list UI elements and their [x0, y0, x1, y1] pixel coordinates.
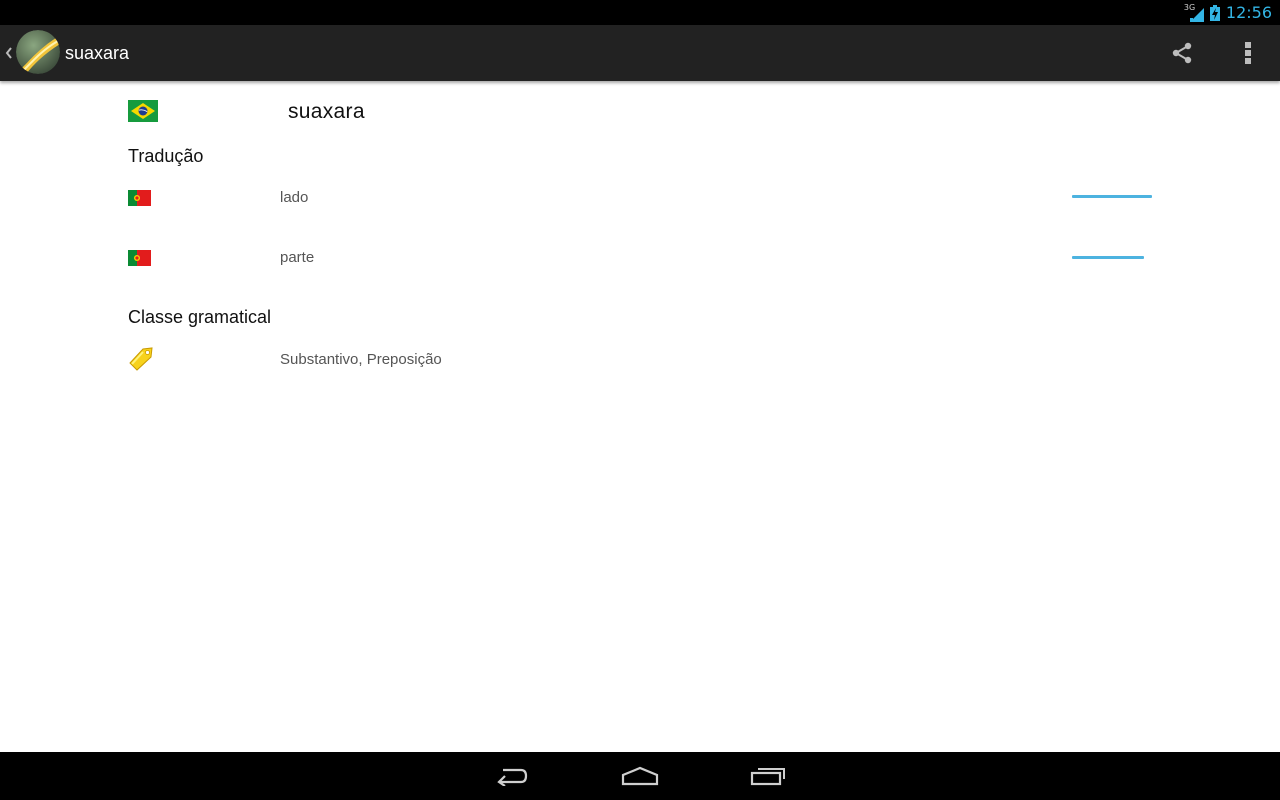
- home-button[interactable]: [616, 760, 664, 792]
- translation-text[interactable]: lado: [280, 189, 308, 206]
- entry-content: suaxara Tradução lado parte Classe grama…: [0, 81, 1280, 752]
- entry-word: suaxara: [288, 100, 365, 123]
- recent-apps-button[interactable]: [744, 760, 792, 792]
- brazil-flag-icon: [128, 100, 158, 122]
- navigation-bar: [0, 752, 1280, 800]
- up-caret-icon[interactable]: [4, 43, 14, 63]
- overflow-menu-button[interactable]: [1230, 33, 1266, 73]
- action-bar-title: suaxara: [65, 43, 130, 63]
- relevance-bar: [1072, 195, 1152, 198]
- status-indicators: 3G 12:56: [1184, 0, 1272, 25]
- grammar-section-title: Classe gramatical: [128, 307, 272, 327]
- back-icon: [497, 768, 528, 786]
- status-clock: 12:56: [1225, 3, 1272, 22]
- portugal-flag-icon: [128, 250, 151, 266]
- overflow-menu-icon: [1245, 42, 1251, 64]
- back-button[interactable]: [488, 760, 536, 792]
- share-icon: [1172, 42, 1192, 64]
- translation-section-title: Tradução: [128, 146, 204, 166]
- home-icon: [621, 766, 659, 786]
- translation-text[interactable]: parte: [280, 249, 314, 266]
- grammar-value: Substantivo, Preposição: [280, 351, 442, 368]
- status-bar: 3G 12:56: [0, 0, 1280, 25]
- action-bar: suaxara: [0, 25, 1280, 81]
- relevance-bar: [1072, 256, 1144, 259]
- battery-charging-icon: [1209, 4, 1220, 21]
- share-button[interactable]: [1162, 33, 1202, 73]
- signal-icon: 3G: [1184, 3, 1204, 22]
- app-logo-icon[interactable]: [16, 30, 60, 74]
- tag-icon: [129, 347, 153, 371]
- recent-apps-icon: [750, 768, 785, 786]
- portugal-flag-icon: [128, 190, 151, 206]
